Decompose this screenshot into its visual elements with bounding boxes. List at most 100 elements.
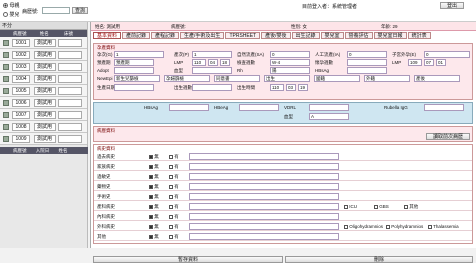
- radio-baby[interactable]: 嬰兒: [3, 11, 19, 18]
- history-detail-input[interactable]: [189, 173, 339, 180]
- search-button[interactable]: 查詢: [72, 7, 88, 14]
- option-0[interactable]: 新生兒篩檢: [114, 75, 160, 82]
- history-nil-check[interactable]: 無: [149, 183, 159, 190]
- history-detail-input[interactable]: [189, 153, 339, 160]
- checkbox-has[interactable]: [169, 204, 173, 209]
- checkbox-nil[interactable]: [149, 204, 153, 209]
- option-4[interactable]: 國籍: [314, 75, 360, 82]
- history-nil-check[interactable]: 無: [149, 223, 159, 230]
- history-has-check[interactable]: 有: [169, 163, 179, 170]
- lmp-day[interactable]: 18: [220, 59, 230, 66]
- birth-time-day[interactable]: 19: [298, 84, 308, 91]
- checkbox-nil[interactable]: [149, 234, 153, 239]
- checkbox-nil[interactable]: [149, 154, 153, 159]
- tab-1[interactable]: 產前記錄: [122, 32, 151, 39]
- extra-check[interactable]: GBS: [374, 203, 389, 210]
- rh-select[interactable]: 陽: [270, 67, 310, 74]
- birth-time-year[interactable]: 110: [270, 84, 284, 91]
- checkbox-has[interactable]: [169, 164, 173, 169]
- lab-rubella-input[interactable]: [424, 104, 464, 111]
- history-has-check[interactable]: 有: [169, 203, 179, 210]
- checkbox-nil[interactable]: [149, 164, 153, 169]
- checkbox-extra[interactable]: [344, 204, 348, 209]
- history-nil-check[interactable]: 無: [149, 153, 159, 160]
- checkbox-nil[interactable]: [149, 184, 153, 189]
- ab-input[interactable]: 0: [270, 51, 310, 58]
- history-has-check[interactable]: 有: [169, 233, 179, 240]
- delete-button[interactable]: 刪除: [285, 256, 473, 263]
- checkbox-has[interactable]: [169, 154, 173, 159]
- radio-mother[interactable]: 母親: [3, 2, 19, 9]
- history-detail-input[interactable]: [189, 203, 339, 210]
- history-detail-input[interactable]: [189, 163, 339, 170]
- checkbox-has[interactable]: [169, 214, 173, 219]
- checkbox-condition[interactable]: [386, 224, 390, 229]
- checkbox-extra[interactable]: [374, 204, 378, 209]
- option-1[interactable]: 孕婦篩檢: [164, 75, 210, 82]
- option-5[interactable]: 外籍: [364, 75, 410, 82]
- history-has-check[interactable]: 有: [169, 213, 179, 220]
- history-has-check[interactable]: 有: [169, 183, 179, 190]
- list-filter[interactable]: 不分: [0, 22, 87, 30]
- p-input[interactable]: 1: [192, 51, 232, 58]
- exam2-year[interactable]: 109: [408, 59, 422, 66]
- checkbox-has[interactable]: [169, 184, 173, 189]
- checkbox-condition[interactable]: [428, 224, 432, 229]
- blood-select[interactable]: [192, 67, 232, 74]
- condition-check[interactable]: Thalassemia: [428, 223, 459, 230]
- history-detail-input[interactable]: [189, 193, 339, 200]
- history-nil-check[interactable]: 無: [149, 233, 159, 240]
- exam-input[interactable]: W-4: [270, 59, 310, 66]
- history-has-check[interactable]: 有: [169, 153, 179, 160]
- radio-baby-dot[interactable]: [3, 12, 8, 18]
- history-detail-input[interactable]: [189, 233, 339, 240]
- checkbox-has[interactable]: [169, 234, 173, 239]
- extra-check[interactable]: ICU: [344, 203, 357, 210]
- option-3[interactable]: 出生: [264, 75, 310, 82]
- checkbox-has[interactable]: [169, 224, 173, 229]
- list-item[interactable]: 1007 測試用: [0, 109, 87, 121]
- list-item[interactable]: 1008 測試用: [0, 121, 87, 133]
- logout-button[interactable]: 登出: [440, 2, 464, 9]
- bed-input[interactable]: [42, 7, 70, 14]
- birth-date-input[interactable]: [114, 84, 154, 91]
- tab-2[interactable]: 產程記錄: [151, 32, 180, 39]
- tab-9[interactable]: 嬰兒室日報: [373, 32, 407, 39]
- birth-time-month[interactable]: 03: [286, 84, 296, 91]
- edc-button[interactable]: 預產期: [114, 59, 154, 66]
- history-has-check[interactable]: 有: [169, 223, 179, 230]
- gest-input[interactable]: [347, 59, 387, 66]
- save-draft-button[interactable]: 暫存資料: [93, 256, 283, 263]
- tab-0[interactable]: 基本資料: [93, 32, 122, 39]
- lmp-year[interactable]: 110: [192, 59, 206, 66]
- list-item[interactable]: 1006 測試用: [0, 97, 87, 109]
- checkbox-nil[interactable]: [149, 214, 153, 219]
- history-has-check[interactable]: 有: [169, 173, 179, 180]
- list-item[interactable]: 1001 測試用: [0, 37, 87, 49]
- tab-6[interactable]: 出生記錄: [291, 32, 320, 39]
- history-nil-check[interactable]: 無: [149, 213, 159, 220]
- list-item[interactable]: 1002 測試用: [0, 49, 87, 61]
- checkbox-nil[interactable]: [149, 174, 153, 179]
- ln-input[interactable]: 0: [424, 51, 470, 58]
- ia-input[interactable]: 0: [347, 51, 387, 58]
- lmp-month[interactable]: 04: [208, 59, 218, 66]
- option-6[interactable]: 產後: [414, 75, 460, 82]
- lab-hbeag-input[interactable]: [239, 104, 279, 111]
- history-detail-input[interactable]: [189, 223, 339, 230]
- history-detail-input[interactable]: [189, 213, 339, 220]
- tab-10[interactable]: 統計表: [407, 32, 431, 39]
- lab-blood-input[interactable]: A: [309, 113, 349, 120]
- option-2[interactable]: 同意書: [214, 75, 260, 82]
- list-item[interactable]: 1009 測試用: [0, 133, 87, 145]
- history-nil-check[interactable]: 無: [149, 193, 159, 200]
- lab-hbsag-input[interactable]: [169, 104, 209, 111]
- exam2-day[interactable]: 01: [436, 59, 446, 66]
- hbs-select[interactable]: [347, 67, 387, 74]
- adopt-select[interactable]: [114, 67, 154, 74]
- checkbox-nil[interactable]: [149, 194, 153, 199]
- extra-check[interactable]: 其他: [404, 203, 418, 210]
- g-input[interactable]: 1: [114, 51, 164, 58]
- checkbox-extra[interactable]: [404, 204, 408, 209]
- checkbox-has[interactable]: [169, 194, 173, 199]
